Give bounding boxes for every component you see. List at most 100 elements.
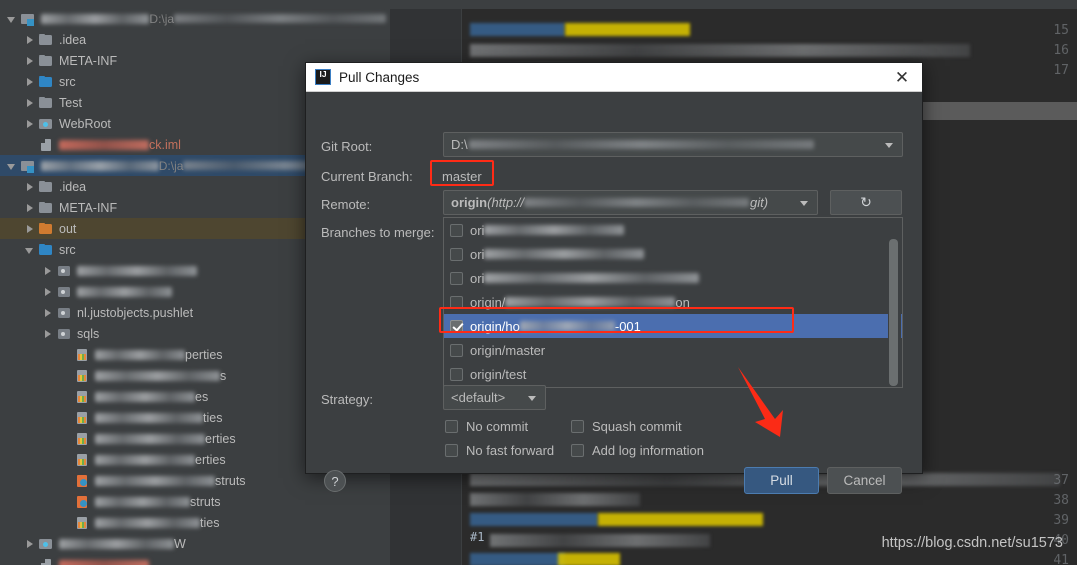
dialog-title-bar: Pull Changes ✕ xyxy=(306,63,922,92)
chevron-down-icon[interactable] xyxy=(528,396,536,401)
chevron-down-icon[interactable] xyxy=(800,201,808,206)
chevron-down-icon[interactable] xyxy=(6,160,18,172)
chevron-down-icon[interactable] xyxy=(6,13,18,25)
tree-item-label: perties xyxy=(185,348,223,362)
branch-label: ori xyxy=(470,247,484,262)
close-icon[interactable]: ✕ xyxy=(888,66,916,88)
checkbox-box[interactable] xyxy=(445,420,458,433)
add-log-information-checkbox[interactable]: Add log information xyxy=(571,443,704,458)
remote-combobox[interactable]: origin (http:// git) xyxy=(443,190,818,215)
line-number: 38 xyxy=(1053,493,1069,508)
current-branch-value: master xyxy=(442,169,482,184)
tree-item-label: Test xyxy=(59,96,82,110)
branch-checkbox[interactable] xyxy=(450,296,463,309)
folder-icon xyxy=(38,200,54,216)
tree-item-label: nl.justobjects.pushlet xyxy=(77,306,193,320)
tree-spacer xyxy=(60,391,72,403)
no-fast-forward-checkbox[interactable]: No fast forward xyxy=(445,443,554,458)
properties-file-icon xyxy=(74,410,90,426)
line-number: 39 xyxy=(1053,513,1069,528)
tree-item-name-redacted xyxy=(77,266,197,276)
webroot-folder-icon xyxy=(38,536,54,552)
refresh-icon[interactable]: ↻ xyxy=(830,190,902,215)
checkbox-box[interactable] xyxy=(445,444,458,457)
chevron-right-icon[interactable] xyxy=(24,538,36,550)
branch-list-item[interactable]: ori xyxy=(444,218,902,242)
tree-item-name-redacted xyxy=(95,455,195,465)
code-highlight xyxy=(558,553,620,565)
chevron-right-icon[interactable] xyxy=(42,307,54,319)
strategy-combobox[interactable]: <default> xyxy=(443,385,546,410)
branch-checkbox[interactable] xyxy=(450,344,463,357)
pull-button[interactable]: Pull xyxy=(744,467,819,494)
chevron-right-icon[interactable] xyxy=(24,34,36,46)
branch-list-item[interactable]: origin/master xyxy=(444,338,902,362)
branches-list[interactable]: ori ori ori origin/onorigin/ho-001origin/ma… xyxy=(443,217,903,388)
branch-list-item[interactable]: origin/ho-001 xyxy=(444,314,902,338)
tree-spacer xyxy=(60,475,72,487)
git-root-value-prefix: D:\ xyxy=(451,137,468,152)
tree-row[interactable]: W xyxy=(0,533,390,554)
no-commit-checkbox[interactable]: No commit xyxy=(445,419,528,434)
tree-row[interactable] xyxy=(0,554,390,565)
branch-checkbox[interactable] xyxy=(450,224,463,237)
source-folder-icon xyxy=(38,242,54,258)
git-root-combobox[interactable]: D:\ xyxy=(443,132,903,157)
tree-item-label: .idea xyxy=(59,33,86,47)
tree-item-label: ties xyxy=(203,411,222,425)
chevron-right-icon[interactable] xyxy=(24,223,36,235)
package-icon xyxy=(56,263,72,279)
chevron-right-icon[interactable] xyxy=(24,202,36,214)
chevron-down-icon[interactable] xyxy=(24,244,36,256)
tree-item-name-redacted xyxy=(77,287,172,297)
tree-row[interactable]: .idea xyxy=(0,29,390,50)
branches-scrollbar-track[interactable] xyxy=(888,219,901,386)
checkbox-box[interactable] xyxy=(571,444,584,457)
tree-item-path: D:\ja xyxy=(159,159,184,173)
chevron-right-icon[interactable] xyxy=(24,118,36,130)
chevron-right-icon[interactable] xyxy=(24,97,36,109)
chevron-right-icon[interactable] xyxy=(24,76,36,88)
branch-checkbox[interactable] xyxy=(450,368,463,381)
branch-checkbox[interactable] xyxy=(450,320,463,333)
branch-label: origin/ho xyxy=(470,319,520,334)
branch-list-item[interactable]: ori xyxy=(444,266,902,290)
iml-file-icon xyxy=(38,137,54,153)
tree-item-name-redacted xyxy=(41,161,159,171)
tree-item-label: META-INF xyxy=(59,201,117,215)
chevron-right-icon[interactable] xyxy=(24,55,36,67)
tree-item-label: erties xyxy=(195,453,226,467)
tree-row[interactable]: struts xyxy=(0,491,390,512)
checkbox-box[interactable] xyxy=(571,420,584,433)
code-highlight xyxy=(470,553,565,565)
chevron-down-icon[interactable] xyxy=(885,143,893,148)
tree-row[interactable]: D:\ja xyxy=(0,8,390,29)
help-button[interactable]: ? xyxy=(324,470,346,492)
properties-file-icon xyxy=(74,452,90,468)
branch-label: origin/ xyxy=(470,295,505,310)
cancel-button[interactable]: Cancel xyxy=(827,467,902,494)
branches-scrollbar-thumb[interactable] xyxy=(889,239,898,386)
chevron-right-icon[interactable] xyxy=(42,265,54,277)
branch-list-item[interactable]: origin/on xyxy=(444,290,902,314)
line-number: 41 xyxy=(1053,553,1069,565)
tree-item-label: META-INF xyxy=(59,54,117,68)
chevron-right-icon[interactable] xyxy=(24,181,36,193)
branch-label: ori xyxy=(470,271,484,286)
branch-checkbox[interactable] xyxy=(450,272,463,285)
code-highlight xyxy=(470,23,565,36)
git-root-value-redacted xyxy=(469,140,814,149)
ide-top-strip xyxy=(0,0,1077,8)
chevron-right-icon[interactable] xyxy=(42,328,54,340)
tree-row[interactable]: ties xyxy=(0,512,390,533)
tree-item-name-redacted xyxy=(95,392,195,402)
tree-item-label: ties xyxy=(200,516,219,530)
branch-checkbox[interactable] xyxy=(450,248,463,261)
branch-list-item[interactable]: ori xyxy=(444,242,902,266)
folder-icon xyxy=(38,179,54,195)
branch-list-item[interactable]: origin/test xyxy=(444,362,902,386)
properties-file-icon xyxy=(74,389,90,405)
squash-commit-checkbox[interactable]: Squash commit xyxy=(571,419,682,434)
folder-icon xyxy=(38,95,54,111)
chevron-right-icon[interactable] xyxy=(42,286,54,298)
